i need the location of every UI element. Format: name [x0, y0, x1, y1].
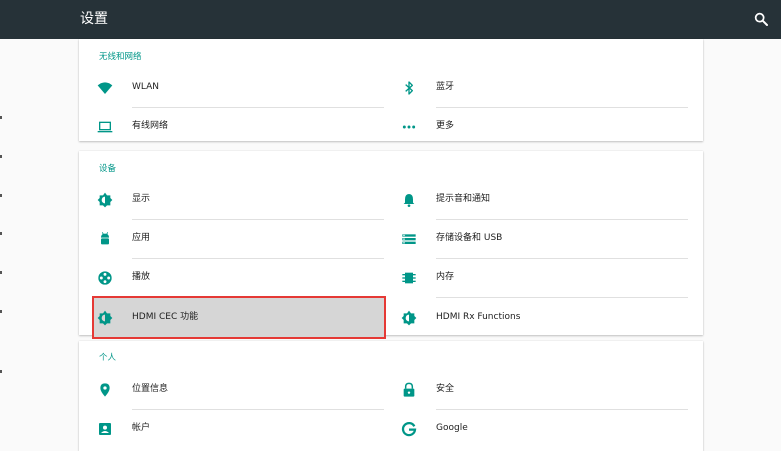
wifi-icon: [97, 82, 113, 94]
settings-item-hdmi-cec[interactable]: HDMI CEC 功能: [92, 296, 386, 339]
settings-item-playback[interactable]: 播放: [94, 258, 384, 297]
android-icon: [101, 232, 109, 245]
section-device: 设备 显示 提示音和通知 应用 存储设备和 USB 播放 内存 HDMI CEC…: [79, 151, 703, 339]
settings-item-label: 提示音和通知: [436, 194, 491, 204]
storage-icon: [402, 234, 416, 244]
settings-item-more[interactable]: 更多: [398, 107, 688, 146]
section-header: 个人: [99, 353, 117, 363]
settings-item-label: Google: [436, 423, 468, 433]
location-icon: [100, 383, 110, 397]
settings-item-google[interactable]: Google: [398, 409, 688, 448]
search-icon[interactable]: [753, 11, 769, 27]
google-icon: [401, 422, 417, 437]
brightness-icon: [97, 310, 113, 326]
settings-item-bluetooth[interactable]: 蓝牙: [398, 68, 688, 107]
settings-item-location[interactable]: 位置信息: [94, 370, 384, 409]
settings-item-wlan[interactable]: WLAN: [94, 68, 384, 107]
account-box-icon: [99, 423, 111, 435]
settings-item-label: 安全: [436, 384, 455, 394]
settings-item-storage-usb[interactable]: 存储设备和 USB: [398, 219, 688, 258]
bluetooth-icon: [405, 81, 413, 95]
settings-item-label: WLAN: [132, 82, 160, 92]
film-reel-icon: [98, 271, 112, 285]
settings-item-label: 有线网络: [132, 121, 169, 131]
settings-item-apps[interactable]: 应用: [94, 219, 384, 258]
settings-item-memory[interactable]: 内存: [398, 258, 688, 297]
section-wireless-networks: 无线和网络 WLAN 蓝牙 有线网络 更多: [79, 39, 703, 141]
settings-item-label: HDMI CEC 功能: [132, 312, 199, 322]
settings-item-label: 存储设备和 USB: [436, 233, 503, 243]
settings-item-ethernet[interactable]: 有线网络: [94, 107, 384, 146]
memory-chip-icon: [402, 272, 416, 284]
more-icon: [402, 125, 416, 129]
brightness-icon: [97, 192, 113, 208]
settings-item-hdmi-rx[interactable]: HDMI Rx Functions: [398, 298, 688, 337]
page-title: 设置: [80, 11, 108, 27]
section-header: 无线和网络: [99, 52, 142, 62]
bell-icon: [403, 194, 415, 207]
settings-item-label: 内存: [436, 272, 455, 282]
settings-item-label: HDMI Rx Functions: [436, 312, 521, 322]
settings-item-display[interactable]: 显示: [94, 180, 384, 219]
settings-item-sounds-notifications[interactable]: 提示音和通知: [398, 180, 688, 219]
settings-item-label: 显示: [132, 194, 151, 204]
brightness-icon: [401, 310, 417, 326]
settings-item-accounts[interactable]: 帐户: [94, 409, 384, 448]
settings-item-label: 更多: [436, 121, 455, 131]
laptop-icon: [97, 121, 113, 133]
settings-item-security[interactable]: 安全: [398, 370, 688, 409]
section-personal: 个人 位置信息 安全 帐户 Google: [79, 341, 703, 451]
settings-item-label: 应用: [132, 233, 151, 243]
settings-item-label: 帐户: [132, 423, 151, 433]
settings-item-label: 位置信息: [132, 384, 169, 394]
section-header: 设备: [99, 164, 117, 174]
settings-item-label: 蓝牙: [436, 82, 455, 92]
app-bar: 设置: [0, 0, 781, 39]
lock-icon: [403, 382, 415, 397]
settings-item-label: 播放: [132, 272, 151, 282]
